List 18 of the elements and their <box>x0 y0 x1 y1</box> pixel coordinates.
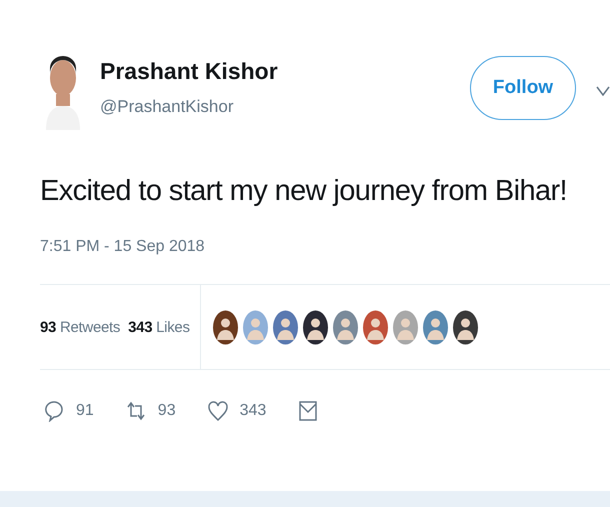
chevron-down-icon[interactable] <box>596 86 610 96</box>
reply-icon[interactable] <box>44 400 64 422</box>
action-count: 343 <box>240 402 266 420</box>
user-avatar[interactable] <box>453 310 478 344</box>
author-name[interactable]: Prashant Kishor <box>100 58 278 85</box>
user-avatar[interactable] <box>213 310 238 344</box>
action-count: 91 <box>76 402 94 420</box>
envelope-icon[interactable] <box>298 400 318 422</box>
follow-button[interactable]: Follow <box>470 56 576 120</box>
author-handle[interactable]: @PrashantKishor <box>100 97 278 117</box>
stat-count[interactable]: 343 Likes <box>128 318 190 336</box>
heart-icon[interactable] <box>208 400 228 422</box>
tweet-text: Excited to start my new journey from Bihar! <box>39 174 568 208</box>
user-avatar[interactable] <box>303 310 328 344</box>
tweet-time[interactable]: 7:51 PM - 15 Sep 2018 <box>0 208 610 256</box>
stat-count[interactable]: 93 Retweets <box>40 318 120 336</box>
retweet-icon[interactable] <box>126 400 146 422</box>
action-count: 93 <box>158 402 176 420</box>
